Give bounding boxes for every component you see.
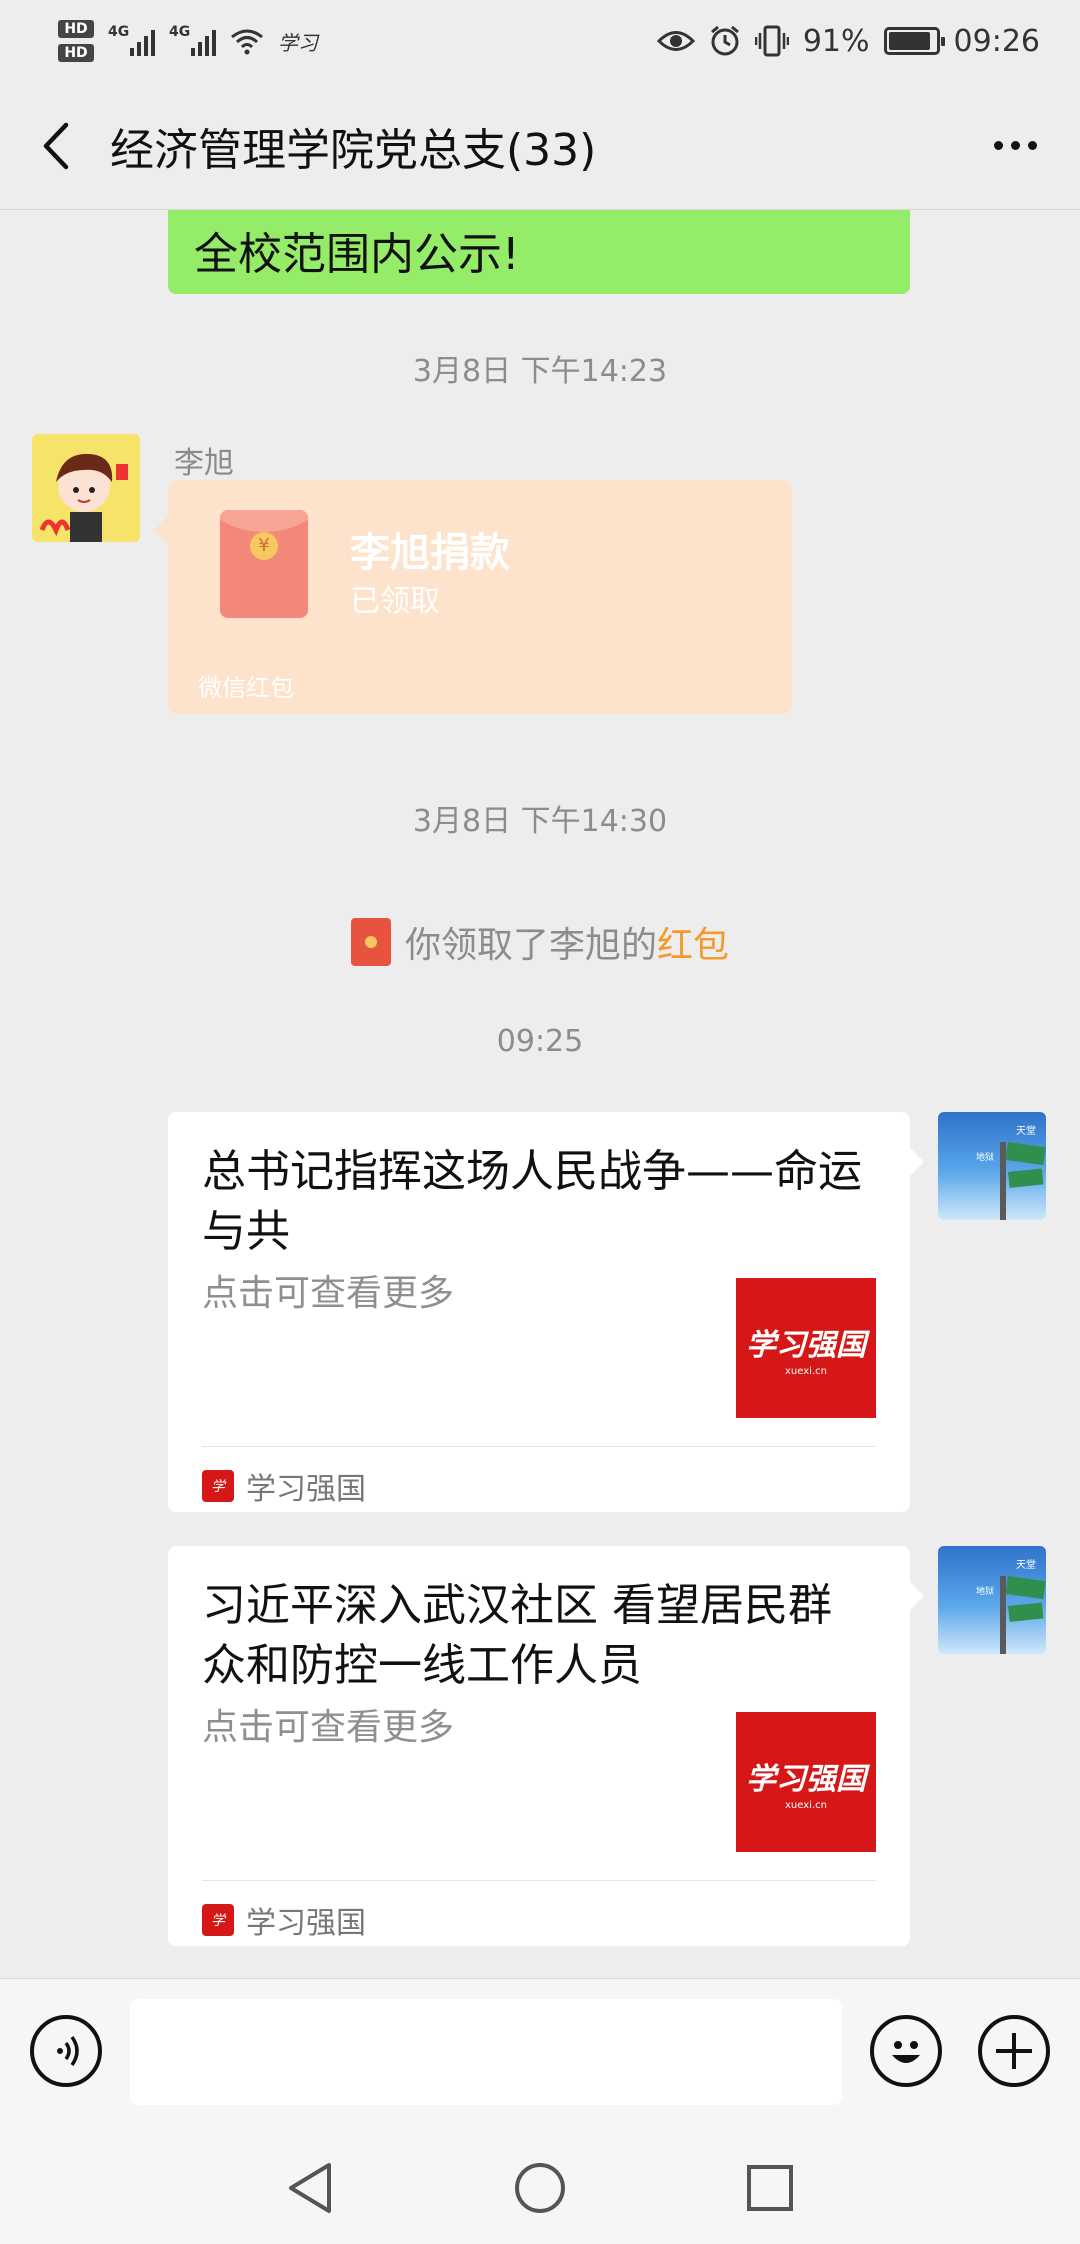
back-button[interactable] <box>30 116 80 176</box>
system-notice: 你领取了李旭的 红包 <box>0 916 1080 968</box>
avatar-cartoon-icon <box>32 434 140 542</box>
avatar-signpost-icon: 天堂 地狱 <box>976 1125 1046 1220</box>
xuexi-domain: xuexi.cn <box>785 1799 827 1811</box>
hd-badges: HD HD <box>58 20 94 62</box>
red-packet-status: 已领取 <box>350 584 440 619</box>
article-card[interactable]: 习近平深入武汉社区 看望居民群众和防控一线工作人员 点击可查看更多 学习强国 x… <box>168 1546 924 1946</box>
system-notice-text: 你领取了李旭的 <box>404 925 657 966</box>
red-packet-small-icon <box>350 918 391 966</box>
article-card[interactable]: 总书记指挥这场人民战争——命运与共 点击可查看更多 学习强国 xuexi.cn … <box>168 1112 924 1512</box>
emoji-button[interactable] <box>870 2015 942 2087</box>
message-text: 全校范围内公示! <box>194 229 520 280</box>
coin-icon: ¥ <box>250 532 278 560</box>
svg-text:地狱: 地狱 <box>976 1151 994 1163</box>
article-thumbnail: 学习强国 xuexi.cn <box>736 1712 876 1852</box>
xuexi-domain: xuexi.cn <box>785 1365 827 1377</box>
chat-header: 经济管理学院党总支(33) <box>0 82 1080 210</box>
xuexi-notification-icon: 学习 <box>278 30 318 55</box>
sender-name: 李旭 <box>174 446 234 481</box>
signal-icon-2: 4G <box>169 24 216 56</box>
article-source: 学 学习强国 <box>202 1898 366 1942</box>
timestamp: 09:25 <box>496 1024 584 1059</box>
battery-fill <box>888 32 931 50</box>
divider <box>202 1446 876 1447</box>
chat-message-list[interactable]: 全校范围内公示! 3月8日 下午14:23 李旭 ¥ 李旭捐款 已领取 微信红包… <box>0 210 1080 1978</box>
circle-home-icon <box>515 2163 565 2213</box>
battery-icon <box>883 27 945 55</box>
article-title: 总书记指挥这场人民战争——命运与共 <box>202 1146 862 1257</box>
red-packet-footer: 微信红包 <box>198 674 294 702</box>
network-type-2: 4G <box>169 24 191 40</box>
system-back-button[interactable] <box>282 2160 338 2216</box>
avatar[interactable]: 天堂 地狱 <box>938 1546 1046 1654</box>
svg-text:天堂: 天堂 <box>1016 1125 1036 1137</box>
red-packet-title: 李旭捐款 <box>350 530 510 576</box>
outgoing-text-bubble[interactable]: 全校范围内公示! <box>168 210 910 294</box>
red-packet-link[interactable]: 红包 <box>657 916 729 968</box>
article-source: 学 学习强国 <box>202 1464 366 1508</box>
status-bar: HD HD 4G 4G 学习 91% 09:26 <box>0 0 1080 82</box>
plus-icon <box>996 2033 1032 2069</box>
more-button[interactable] <box>980 116 1050 176</box>
system-home-button[interactable] <box>512 2160 568 2216</box>
avatar[interactable]: 天堂 地狱 <box>938 1112 1046 1220</box>
avatar-signpost-icon: 天堂 地狱 <box>976 1559 1046 1654</box>
wifi-icon <box>231 29 263 55</box>
article-desc: 点击可查看更多 <box>202 1707 455 1748</box>
chat-title: 经济管理学院党总支(33) <box>110 124 597 176</box>
status-left: HD HD 4G 4G 学习 <box>58 20 318 62</box>
clock: 09:26 <box>953 23 1040 59</box>
svg-text:地狱: 地狱 <box>976 1585 994 1597</box>
timestamp: 3月8日 下午14:30 <box>412 804 668 839</box>
plus-button[interactable] <box>978 2015 1050 2087</box>
alarm-icon <box>710 25 739 56</box>
timestamp: 3月8日 下午14:23 <box>412 354 668 389</box>
red-packet-icon: ¥ <box>220 510 308 618</box>
source-name: 学习强国 <box>246 1472 366 1507</box>
divider <box>202 1880 876 1881</box>
hd-badge-1: HD <box>58 20 94 38</box>
emoji-icon <box>892 2041 920 2063</box>
hd-badge-2: HD <box>58 44 94 62</box>
chat-input-bar <box>0 1978 1080 2132</box>
xuexi-logo: 学习强国 <box>746 1327 866 1363</box>
avatar[interactable] <box>32 434 140 542</box>
article-thumbnail: 学习强国 xuexi.cn <box>736 1278 876 1418</box>
xuexi-app-icon: 学 <box>202 1904 234 1936</box>
signal-icon-1: 4G <box>108 24 155 56</box>
status-right: 91% 09:26 <box>656 23 1040 59</box>
xuexi-logo: 学习强国 <box>746 1761 866 1797</box>
chevron-left-icon <box>43 122 69 169</box>
red-packet-message[interactable]: ¥ 李旭捐款 已领取 微信红包 <box>154 480 792 714</box>
source-name: 学习强国 <box>246 1906 366 1941</box>
system-recents-button[interactable] <box>742 2160 798 2216</box>
article-title: 习近平深入武汉社区 看望居民群众和防控一线工作人员 <box>202 1580 832 1691</box>
system-navigation-bar <box>0 2132 1080 2244</box>
voice-icon <box>57 2035 79 2067</box>
more-dots-icon <box>993 141 1003 150</box>
voice-button[interactable] <box>30 2015 102 2087</box>
vibrate-icon <box>754 25 789 57</box>
network-type-1: 4G <box>108 24 130 40</box>
svg-text:天堂: 天堂 <box>1016 1559 1036 1571</box>
eye-icon <box>656 31 695 51</box>
xuexi-app-icon: 学 <box>202 1470 234 1502</box>
triangle-back-icon <box>289 2163 331 2213</box>
message-input[interactable] <box>130 1999 842 2105</box>
square-recents-icon <box>747 2165 793 2211</box>
article-desc: 点击可查看更多 <box>202 1273 455 1314</box>
battery-percent: 91% <box>802 23 870 59</box>
